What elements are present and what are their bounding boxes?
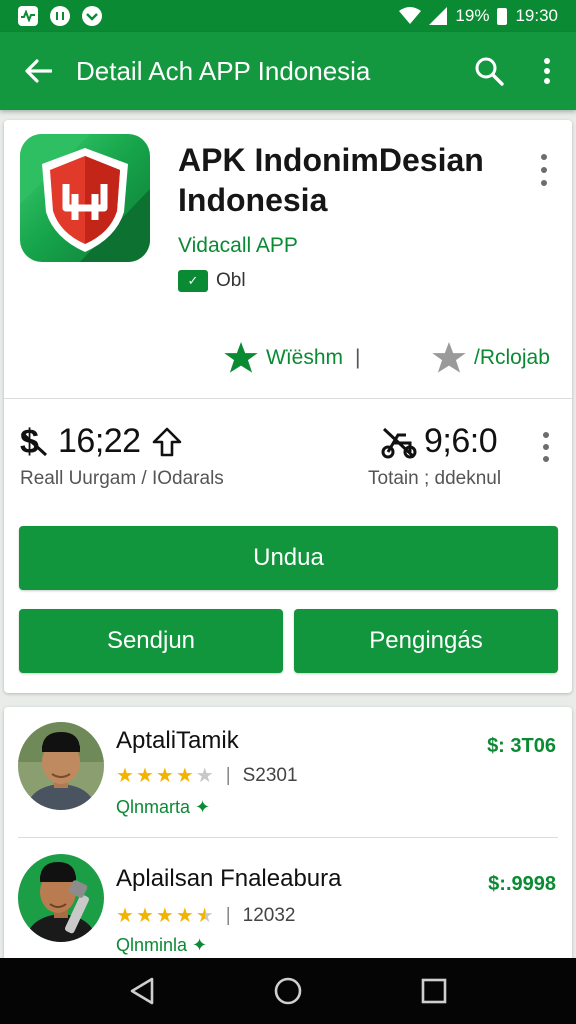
dot-icon — [544, 58, 550, 64]
search-icon — [475, 57, 504, 86]
tag-badge-icon: ✓ — [178, 270, 208, 292]
item-tag-label: Qlnminla — [116, 935, 188, 955]
item-title: Aplailsan Fnaleabura — [116, 865, 342, 892]
content-tag: ✓ Obl — [178, 270, 246, 292]
voice-icon — [50, 6, 70, 26]
dot-icon — [541, 166, 547, 173]
star-icon: ★ — [135, 765, 154, 787]
dot-icon — [543, 432, 549, 438]
stats-overflow-button[interactable] — [534, 432, 558, 462]
separator: | — [225, 764, 231, 786]
app-detail-card: APK IndonimDesian Indonesia Vidacall APP… — [4, 120, 572, 693]
developer-link[interactable]: Vidacall APP — [178, 234, 298, 258]
page-title: Detail Ach APP Indonesia — [76, 55, 371, 86]
star-icon: ★ — [116, 765, 134, 787]
sparkle-icon: ✦ — [195, 797, 211, 817]
avatar — [18, 854, 104, 942]
scooter-icon — [381, 427, 417, 458]
install-button[interactable]: Undua — [19, 526, 558, 590]
rating-stars: ★ ★ ★ ★ ★ | S2301 — [116, 763, 298, 788]
arrow-back-icon — [25, 59, 52, 83]
upload-icon — [152, 427, 181, 456]
battery-icon — [497, 7, 508, 25]
app-overflow-button[interactable] — [532, 150, 556, 190]
overflow-menu-button[interactable] — [518, 32, 576, 110]
avatar — [18, 722, 104, 810]
battery-percent: 19% — [455, 6, 490, 25]
star-icon — [224, 342, 258, 373]
list-item[interactable]: AptaliTamik ★ ★ ★ ★ ★ | S2301 Qlnmarta ✦… — [4, 707, 572, 835]
triangle-back-icon — [130, 977, 154, 1005]
star-icon: ★ — [175, 765, 194, 787]
clock: 19:30 — [515, 6, 558, 25]
chat-icon — [82, 6, 102, 26]
nav-recents-button[interactable] — [421, 978, 447, 1004]
square-recents-icon — [421, 978, 447, 1004]
dot-icon — [543, 444, 549, 450]
dot-icon — [543, 456, 549, 462]
wifi-icon — [399, 7, 422, 24]
circle-home-icon — [274, 977, 302, 1005]
divider — [4, 398, 572, 399]
star-icon: ★ — [135, 905, 154, 927]
item-title: AptaliTamik — [116, 727, 239, 754]
stat-right: 9;6:0 — [380, 422, 498, 461]
rate-label: /Rclojab — [474, 346, 550, 369]
wishlist-button[interactable]: Wïëshm | — [224, 342, 360, 374]
related-list-card: AptaliTamik ★ ★ ★ ★ ★ | S2301 Qlnmarta ✦… — [4, 707, 572, 967]
item-tag-label: Qlnmarta — [116, 797, 191, 817]
stat-right-value: 9;6:0 — [424, 422, 498, 460]
stat-left: $ 16;22 — [20, 422, 183, 461]
list-item[interactable]: Aplailsan Fnaleabura ★ ★ ★ ★ ★ | 12032 Q… — [4, 839, 572, 967]
dot-icon — [541, 153, 547, 160]
system-nav-bar — [0, 958, 576, 1024]
send-button[interactable]: Sendjun — [19, 609, 283, 673]
app-name: APK IndonimDesian Indonesia — [178, 142, 484, 218]
dot-icon — [544, 68, 550, 74]
star-outline-icon — [432, 342, 466, 373]
divider — [18, 837, 558, 838]
status-right: 19% 19:30 — [399, 6, 558, 26]
separator: | — [225, 904, 231, 926]
wishlist-label: Wïëshm — [266, 346, 344, 369]
status-bar: 19% 19:30 — [0, 0, 576, 32]
star-icon: ★ — [155, 905, 174, 927]
review-count: 12032 — [242, 904, 296, 926]
back-button[interactable] — [0, 32, 76, 110]
status-left-icons — [18, 6, 102, 26]
stat-right-label: Totain ; ddeknul — [368, 468, 502, 489]
app-icon[interactable] — [20, 134, 150, 262]
review-count: S2301 — [242, 764, 298, 786]
app-bar: Detail Ach APP Indonesia — [0, 32, 576, 110]
item-price: $: 3T06 — [487, 735, 556, 757]
activity-icon — [18, 6, 38, 26]
item-tag: Qlnminla ✦ — [116, 935, 207, 956]
currency-icon: $ — [20, 425, 48, 459]
rating-stars: ★ ★ ★ ★ ★ | 12032 — [116, 903, 295, 928]
rate-button[interactable]: /Rclojab — [432, 342, 550, 374]
sparkle-icon: ✦ — [192, 935, 208, 955]
search-button[interactable] — [460, 32, 518, 110]
star-half-icon: ★ — [195, 905, 214, 927]
star-icon: ★ — [116, 905, 134, 927]
tag-text: Obl — [216, 270, 246, 291]
dot-icon — [541, 180, 547, 187]
separator: | — [355, 346, 361, 369]
star-icon: ★ — [155, 765, 174, 787]
nav-home-button[interactable] — [273, 976, 303, 1006]
item-tag: Qlnmarta ✦ — [116, 797, 210, 818]
star-empty-icon: ★ — [195, 765, 214, 787]
svg-text:$: $ — [20, 425, 39, 459]
reminder-button[interactable]: Pengingás — [294, 609, 558, 673]
signal-icon — [429, 7, 448, 25]
stat-left-label: Reall Uurgam / IOdarals — [20, 468, 224, 489]
stat-left-value: 16;22 — [58, 422, 141, 460]
star-icon: ★ — [175, 905, 194, 927]
dot-icon — [544, 78, 550, 84]
nav-back-button[interactable] — [129, 977, 155, 1005]
item-price: $:.9998 — [488, 873, 556, 895]
